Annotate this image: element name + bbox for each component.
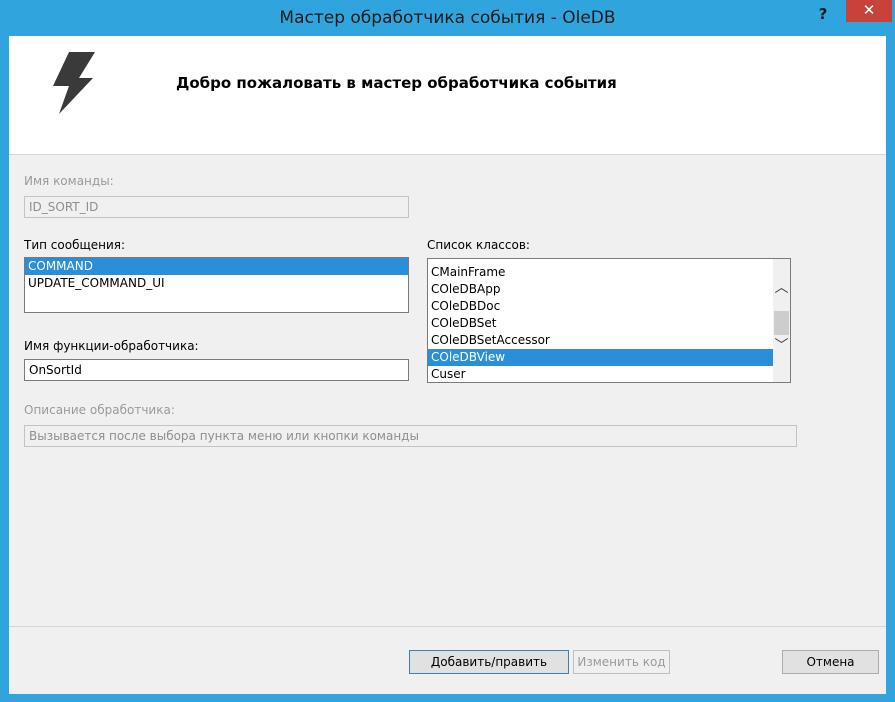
class-list-item[interactable]: COleDBDoc [428,298,790,315]
class-list-item[interactable]: COleDBApp [428,281,790,298]
window-title: Мастер обработчика события - OleDB [279,8,616,28]
class-list[interactable]: CMainFrame COleDBApp COleDBDoc COleDBSet… [427,258,791,383]
cancel-button[interactable]: Отмена [782,650,879,674]
description-field: Вызывается после выбора пункта меню или … [24,425,797,447]
close-button[interactable]: ✕ [846,0,892,22]
footer-divider [9,626,886,627]
scroll-thumb[interactable] [774,311,789,335]
handler-name-label: Имя функции-обработчика: [24,339,199,353]
handler-name-input[interactable]: OnSortId [24,359,409,381]
dialog-client-area: Добро пожаловать в мастер обработчика со… [9,36,886,694]
lightning-bolt-icon [53,52,95,114]
edit-code-button: Изменить код [573,650,670,674]
help-button[interactable]: ? [808,3,838,25]
message-type-label: Тип сообщения: [24,238,126,252]
command-name-field: ID_SORT_ID [24,196,409,218]
class-list-item-selected[interactable]: COleDBView [428,349,790,366]
title-bar[interactable]: Мастер обработчика события - OleDB ? ✕ [0,0,895,36]
command-name-label: Имя команды: [24,174,114,188]
scroll-down-icon[interactable]: ﹀ [773,337,790,355]
wizard-title: Добро пожаловать в мастер обработчика со… [176,74,617,92]
message-type-list[interactable]: COMMAND UPDATE_COMMAND_UI [24,257,409,313]
class-list-item[interactable]: CMainFrame [428,264,790,281]
wizard-banner: Добро пожаловать в мастер обработчика со… [9,36,886,155]
description-label: Описание обработчика: [24,403,175,417]
class-list-scrollbar[interactable]: ︿ ﹀ [773,259,790,382]
scroll-up-icon[interactable]: ︿ [773,279,790,297]
class-list-item[interactable]: COleDBSet [428,315,790,332]
class-list-item[interactable]: COleDBSetAccessor [428,332,790,349]
message-type-item-update-command-ui[interactable]: UPDATE_COMMAND_UI [25,275,408,292]
dialog-window: Мастер обработчика события - OleDB ? ✕ Д… [0,0,895,702]
class-list-label: Список классов: [427,238,530,252]
add-edit-button[interactable]: Добавить/править [409,650,569,674]
class-list-item[interactable]: Cuser [428,366,790,382]
message-type-item-command[interactable]: COMMAND [25,258,408,275]
